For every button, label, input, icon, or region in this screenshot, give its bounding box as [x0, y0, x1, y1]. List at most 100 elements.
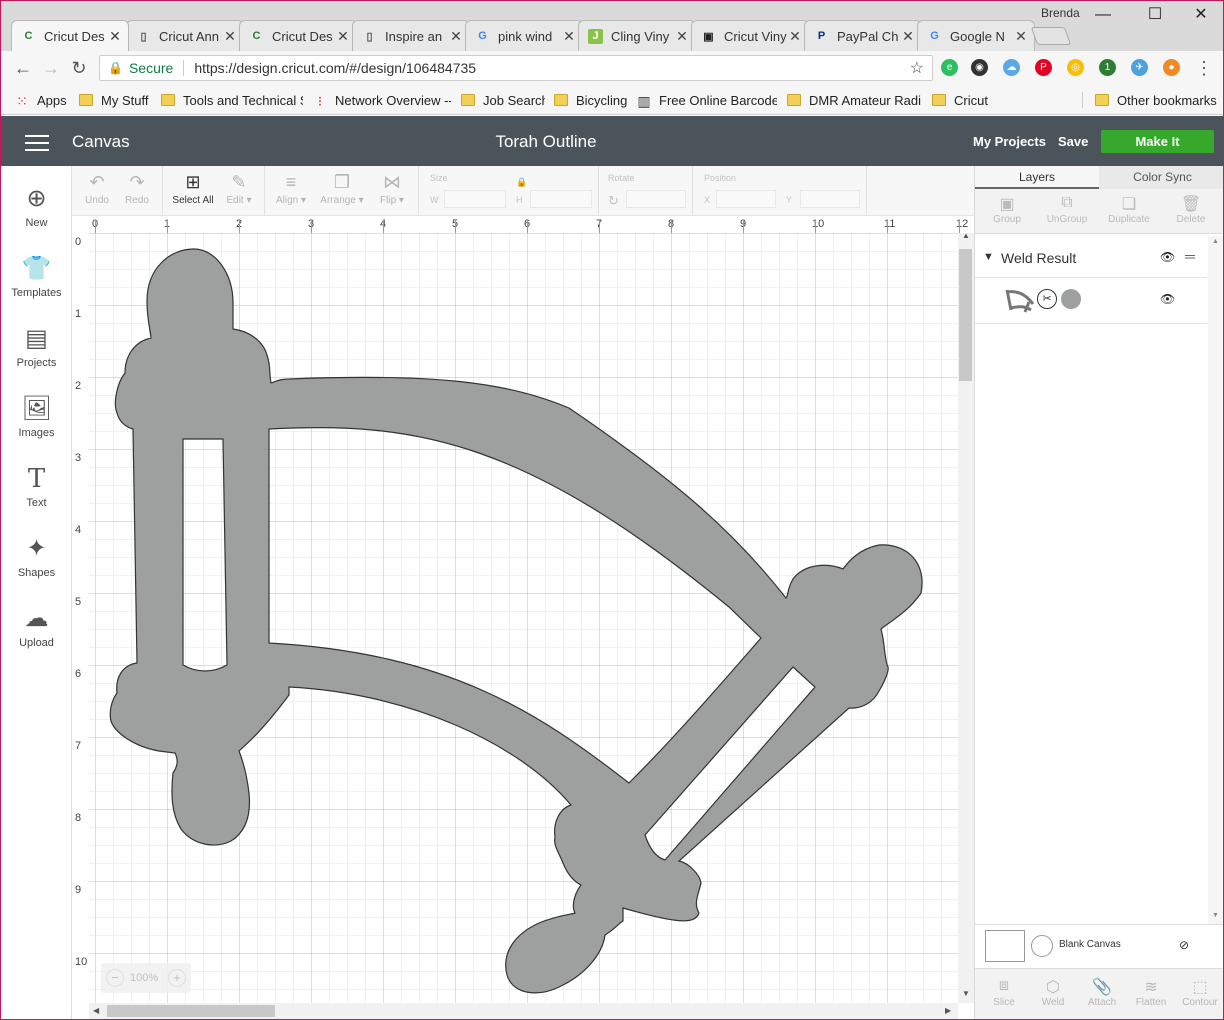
- flip-button[interactable]: ⋈ Flip ▾: [374, 166, 410, 216]
- owl-icon[interactable]: ◉: [971, 59, 988, 76]
- minimize-icon[interactable]: —: [1086, 4, 1120, 26]
- zoom-in-button[interactable]: +: [168, 969, 186, 987]
- close-tab-icon[interactable]: ✕: [336, 28, 350, 45]
- slice-button[interactable]: ⧈ Slice: [979, 977, 1029, 1008]
- back-icon[interactable]: ←: [13, 58, 33, 78]
- contour-button[interactable]: ⬚ Contour: [1175, 977, 1223, 1008]
- browser-tab[interactable]: C Cricut Des ✕: [239, 20, 357, 51]
- url-text[interactable]: https://design.cricut.com/#/design/10648…: [194, 60, 909, 76]
- browser-tab[interactable]: G Google N ✕: [917, 20, 1035, 51]
- close-tab-icon[interactable]: ✕: [901, 28, 915, 45]
- hidden-eye-icon[interactable]: ⊘: [1179, 938, 1189, 952]
- layer-color-swatch[interactable]: [1061, 289, 1081, 309]
- bookmark-star-icon[interactable]: ☆: [910, 58, 924, 78]
- visibility-eye-icon[interactable]: 👁: [1160, 250, 1175, 264]
- delete-button[interactable]: 🗑 Delete: [1161, 194, 1221, 225]
- align-button[interactable]: ≡ Align ▾: [272, 166, 310, 216]
- chrome-ext-icon[interactable]: ◎: [1067, 59, 1084, 76]
- tab-color-sync[interactable]: Color Sync: [1099, 166, 1223, 189]
- tab-layers[interactable]: Layers: [975, 166, 1099, 189]
- close-tab-icon[interactable]: ✕: [1014, 28, 1028, 45]
- evernote-icon[interactable]: e: [941, 59, 958, 76]
- height-input[interactable]: [530, 190, 592, 208]
- close-tab-icon[interactable]: ✕: [788, 28, 802, 45]
- canvas-color-circle[interactable]: [1031, 935, 1053, 957]
- lock-ratio-icon[interactable]: 🔒: [516, 177, 527, 188]
- pinterest-icon[interactable]: P: [1035, 59, 1052, 76]
- cut-operation-icon[interactable]: ✂: [1037, 289, 1057, 309]
- browser-tab[interactable]: ▯ Inspire an ✕: [352, 20, 470, 51]
- nav-new[interactable]: ⊕ New: [1, 184, 72, 229]
- attach-button[interactable]: 📎 Attach: [1077, 977, 1127, 1008]
- reload-icon[interactable]: ↻: [69, 58, 89, 78]
- save-button[interactable]: Save: [1058, 134, 1088, 149]
- nav-upload[interactable]: ☁ Upload: [1, 604, 72, 649]
- bookmark-item[interactable]: ⁝ Network Overview --: [313, 91, 451, 110]
- bookmark-item[interactable]: Job Search: [461, 91, 545, 109]
- new-tab-button[interactable]: [1030, 27, 1072, 45]
- bookmark-item[interactable]: Cricut: [932, 91, 992, 109]
- close-window-icon[interactable]: ✕: [1184, 4, 1218, 26]
- nav-text[interactable]: T Text: [1, 464, 72, 509]
- close-tab-icon[interactable]: ✕: [108, 28, 122, 45]
- address-bar[interactable]: 🔒 Secure https://design.cricut.com/#/des…: [99, 55, 933, 81]
- nav-images[interactable]: 🖼 Images: [1, 394, 72, 439]
- close-tab-icon[interactable]: ✕: [449, 28, 463, 45]
- my-projects-link[interactable]: My Projects: [973, 134, 1046, 149]
- drag-handle-icon[interactable]: ═: [1185, 248, 1195, 264]
- flatten-button[interactable]: ≋ Flatten: [1126, 977, 1176, 1008]
- bookmark-item[interactable]: ⁙ Apps: [15, 91, 75, 110]
- extension-badge-icon[interactable]: 1: [1099, 59, 1116, 76]
- ball-icon[interactable]: ●: [1163, 59, 1180, 76]
- profile-name[interactable]: Brenda: [1041, 6, 1080, 20]
- bookmark-item[interactable]: ▥ Free Online Barcode: [637, 91, 777, 110]
- close-tab-icon[interactable]: ✕: [675, 28, 689, 45]
- collapse-triangle-icon[interactable]: ▼: [983, 251, 994, 263]
- close-tab-icon[interactable]: ✕: [223, 28, 237, 45]
- y-input[interactable]: [800, 190, 860, 208]
- redo-button[interactable]: ↷ Redo: [120, 166, 154, 216]
- bookmark-item[interactable]: DMR Amateur Radio: [787, 91, 921, 109]
- vertical-scroll-thumb[interactable]: [959, 249, 972, 381]
- undo-button[interactable]: ↶ Undo: [82, 166, 112, 216]
- x-input[interactable]: [716, 190, 776, 208]
- nav-templates[interactable]: 👕 Templates: [1, 254, 72, 299]
- select-all-button[interactable]: ⊞ Select All: [170, 166, 216, 216]
- panel-scrollbar[interactable]: ▲ ▼: [1208, 236, 1223, 926]
- canvas-vertical-scrollbar[interactable]: ▲ ▼: [958, 231, 974, 1003]
- duplicate-button[interactable]: ❏ Duplicate: [1099, 194, 1159, 225]
- ungroup-button[interactable]: ⧉ UnGroup: [1037, 194, 1097, 225]
- canvas-horizontal-scrollbar[interactable]: ◀ ▶: [89, 1003, 958, 1019]
- nav-shapes[interactable]: ✦ Shapes: [1, 534, 72, 579]
- blank-canvas-swatch[interactable]: [985, 930, 1025, 962]
- forward-icon[interactable]: →: [41, 58, 61, 78]
- bookmark-item[interactable]: Tools and Technical S: [161, 91, 303, 109]
- layer-group-row[interactable]: ▼ Weld Result 👁 ═: [975, 238, 1207, 278]
- browser-tab[interactable]: J Cling Viny ✕: [578, 20, 696, 51]
- group-button[interactable]: ▣ Group: [977, 194, 1037, 225]
- browser-tab[interactable]: ▯ Cricut Ann ✕: [126, 20, 244, 51]
- canvas-grid[interactable]: [89, 233, 958, 1003]
- bookmark-item[interactable]: My Stuff: [79, 91, 153, 109]
- cloud-icon[interactable]: ☁: [1003, 59, 1020, 76]
- weld-button[interactable]: ⬡ Weld: [1028, 977, 1078, 1008]
- menu-dots-icon[interactable]: ⋮: [1194, 58, 1214, 78]
- visibility-eye-icon[interactable]: 👁: [1160, 292, 1175, 306]
- maximize-icon[interactable]: ☐: [1138, 4, 1172, 26]
- bookmark-item[interactable]: Bicycling: [554, 91, 630, 109]
- browser-tab[interactable]: P PayPal Ch ✕: [804, 20, 922, 51]
- browser-tab[interactable]: Gpink wind ✕: [465, 20, 583, 51]
- nav-projects[interactable]: ▤ Projects: [1, 324, 72, 369]
- layer-item-row[interactable]: ✂ 👁: [975, 278, 1207, 324]
- width-input[interactable]: [444, 190, 506, 208]
- other-bookmarks[interactable]: Other bookmarks: [1095, 91, 1221, 109]
- browser-tab[interactable]: C Cricut Des ✕: [11, 20, 129, 51]
- arrange-button[interactable]: ❐ Arrange ▾: [318, 166, 366, 216]
- close-tab-icon[interactable]: ✕: [562, 28, 576, 45]
- edit-button[interactable]: ✎ Edit ▾: [222, 166, 256, 216]
- make-it-button[interactable]: Make It: [1101, 130, 1214, 153]
- horizontal-scroll-thumb[interactable]: [107, 1005, 275, 1017]
- browser-tab[interactable]: ▣ Cricut Viny ✕: [691, 20, 809, 51]
- zoom-out-button[interactable]: −: [106, 969, 124, 987]
- bird-icon[interactable]: ✈: [1131, 59, 1148, 76]
